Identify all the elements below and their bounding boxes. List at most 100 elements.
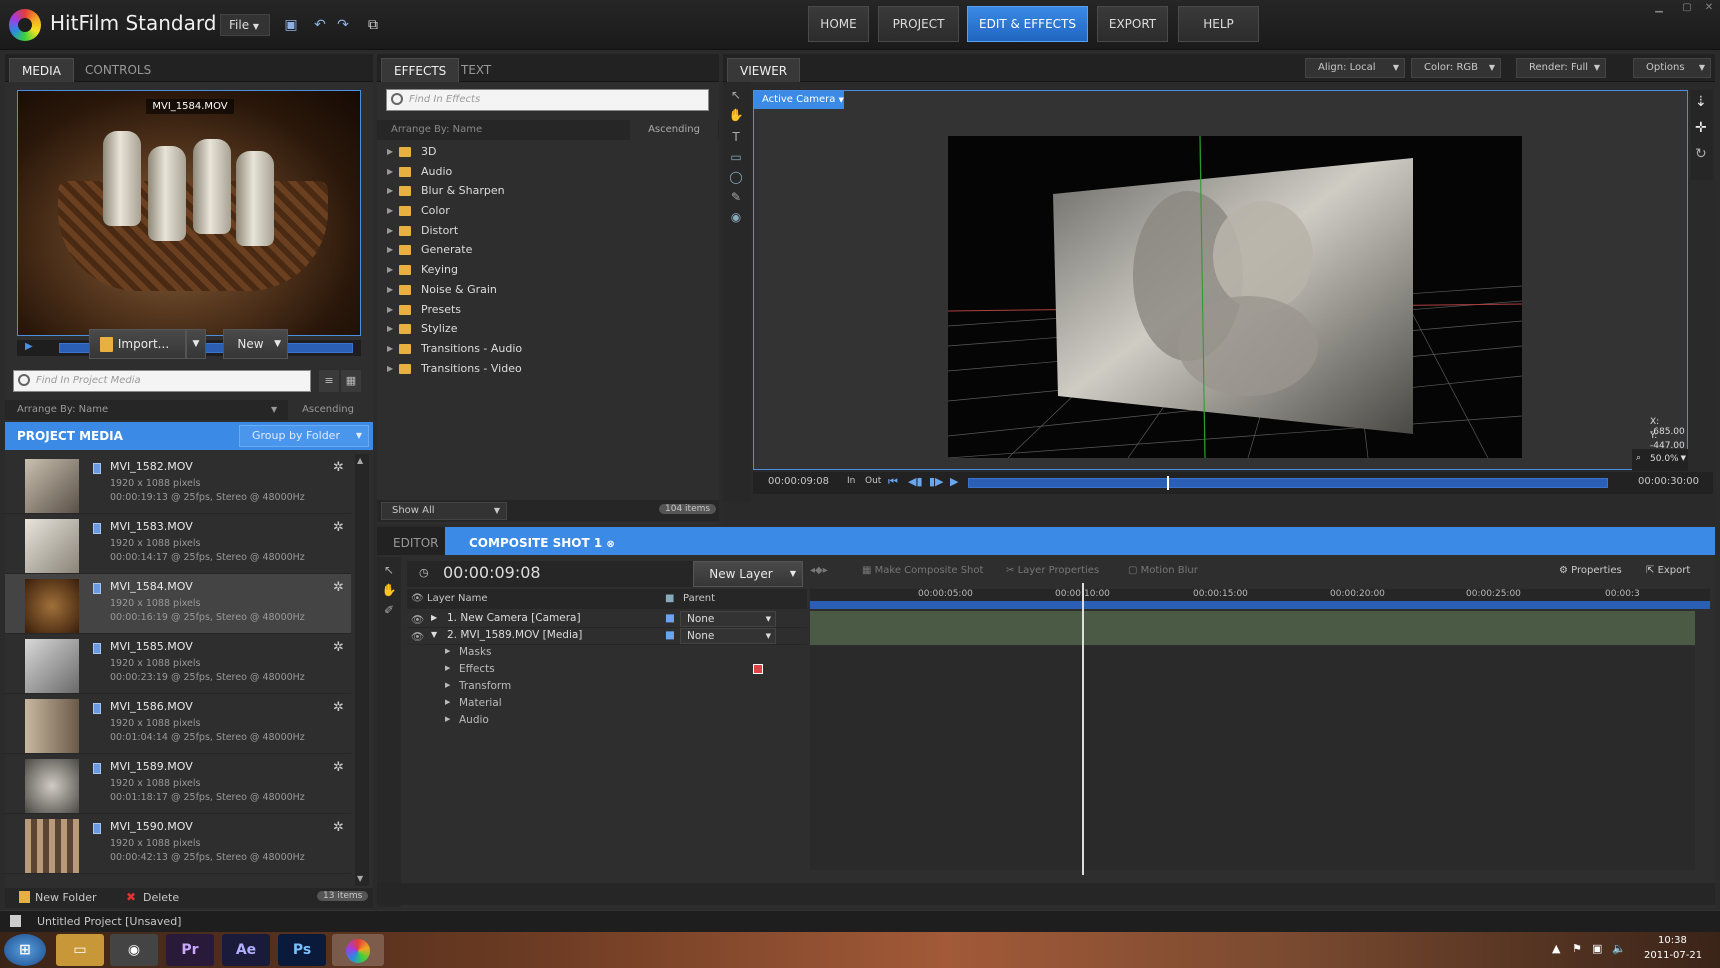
- import-button[interactable]: Import...: [89, 329, 186, 359]
- expand-arrow-icon[interactable]: ▶: [387, 201, 393, 220]
- arrange-order[interactable]: Ascending: [288, 400, 368, 420]
- arrow-down-tool-icon[interactable]: ⇣: [1695, 94, 1707, 110]
- viewer-timeline-bar[interactable]: [968, 476, 1608, 490]
- gear-icon[interactable]: ✲: [333, 820, 344, 835]
- layer-property-row[interactable]: ▶ Material: [407, 696, 807, 713]
- start-button[interactable]: ⊞: [4, 934, 46, 966]
- tab-effects[interactable]: EFFECTS: [381, 58, 460, 82]
- nav-project[interactable]: PROJECT: [878, 6, 959, 42]
- import-dropdown[interactable]: ▼: [186, 329, 206, 359]
- media-item[interactable]: MVI_1589.MOV 1920 x 1088 pixels 00:01:18:1…: [5, 754, 351, 814]
- properties-button[interactable]: ⚙ Properties: [1559, 565, 1622, 576]
- orbit-tool-icon[interactable]: ◉: [727, 210, 745, 228]
- active-camera-dropdown[interactable]: Active Camera ▼: [754, 91, 844, 109]
- track-bars[interactable]: [810, 611, 1695, 645]
- tab-editor[interactable]: EDITOR: [381, 531, 450, 555]
- show-all-dropdown[interactable]: Show All ▼: [381, 502, 507, 520]
- minimize-icon[interactable]: ▁: [1650, 2, 1668, 16]
- layout-icon[interactable]: ⧉: [362, 14, 384, 36]
- make-composite-button[interactable]: ▦ Make Composite Shot: [862, 565, 983, 576]
- delete-button[interactable]: Delete: [143, 891, 179, 904]
- list-view-icon[interactable]: ≡: [319, 370, 339, 392]
- tab-media[interactable]: MEDIA: [9, 58, 74, 82]
- timeline-scroll[interactable]: [377, 883, 1715, 905]
- tray-network-icon[interactable]: ▣: [1592, 942, 1602, 955]
- timecode[interactable]: 00:00:09:08: [443, 563, 541, 582]
- expand-arrow-icon[interactable]: ▶: [387, 280, 393, 299]
- tray-volume-icon[interactable]: 🔈: [1612, 942, 1626, 955]
- media-preview[interactable]: MVI_1584.MOV: [17, 90, 361, 336]
- expand-arrow-icon[interactable]: ▶: [445, 664, 450, 672]
- tab-viewer[interactable]: VIEWER: [727, 58, 801, 82]
- viewer-canvas[interactable]: Active Camera ▼ ⌕ 50.0% ▼ X: -685.00 Y: …: [753, 90, 1688, 471]
- timeline-playhead[interactable]: [1082, 583, 1084, 875]
- effects-category[interactable]: ▶ Noise & Grain: [377, 280, 719, 300]
- play-icon[interactable]: ▶: [950, 475, 958, 488]
- pen-tool-icon[interactable]: ✎: [727, 190, 745, 208]
- options-dropdown[interactable]: Options ▼: [1633, 58, 1711, 78]
- gear-icon[interactable]: ✲: [333, 460, 344, 475]
- effects-category[interactable]: ▶ Transitions - Audio: [377, 339, 719, 359]
- select-tool-icon[interactable]: ↖: [380, 563, 398, 581]
- parent-dropdown[interactable]: None ▼: [680, 611, 776, 627]
- new-layer-button[interactable]: New Layer ▼: [693, 561, 803, 587]
- gear-icon[interactable]: ✲: [333, 760, 344, 775]
- nav-edit-effects[interactable]: EDIT & EFFECTS: [967, 6, 1088, 42]
- export-button[interactable]: ⇱ Export: [1646, 565, 1690, 576]
- align-dropdown[interactable]: Align: Local ▼: [1305, 58, 1405, 78]
- gear-icon[interactable]: ✲: [333, 700, 344, 715]
- expand-arrow-icon[interactable]: ▶: [387, 221, 393, 240]
- effects-category[interactable]: ▶ Transitions - Video: [377, 359, 719, 379]
- effects-category[interactable]: ▶ Audio: [377, 162, 719, 182]
- new-folder-button[interactable]: New Folder: [35, 891, 96, 904]
- scroll-down-icon[interactable]: ▼: [357, 874, 367, 884]
- explorer-icon[interactable]: ▭: [56, 934, 104, 966]
- layer-property-row[interactable]: ▶ Transform: [407, 679, 807, 696]
- photoshop-icon[interactable]: Ps: [278, 934, 326, 966]
- nav-home[interactable]: HOME: [808, 6, 869, 42]
- hand-tool-icon[interactable]: ✋: [727, 108, 745, 126]
- color-dropdown[interactable]: Color: RGB ▼: [1411, 58, 1501, 78]
- play-icon[interactable]: ▶: [25, 341, 33, 352]
- keyframe-nav-icon[interactable]: ◂◆▸: [810, 565, 828, 576]
- fx-arrange-by[interactable]: Arrange By: Name: [391, 120, 482, 140]
- tray-flag-icon[interactable]: ⚑: [1572, 942, 1582, 955]
- scroll-up-icon[interactable]: ▲: [357, 456, 367, 466]
- rotate-tool-icon[interactable]: ↻: [1695, 146, 1707, 162]
- move-tool-icon[interactable]: ✛: [1695, 120, 1707, 136]
- gear-icon[interactable]: ✲: [333, 520, 344, 535]
- media-search-input[interactable]: Find In Project Media: [13, 370, 311, 392]
- tab-composite-shot[interactable]: COMPOSITE SHOT 1 ⊗: [457, 531, 627, 555]
- redo-icon[interactable]: ↷: [332, 14, 354, 36]
- effects-category[interactable]: ▶ Color: [377, 201, 719, 221]
- expand-arrow-icon[interactable]: ▶: [387, 300, 393, 319]
- layer-row[interactable]: 👁 ▶ 1. New Camera [Camera] ■ None ▼: [407, 611, 807, 628]
- new-button[interactable]: New ▼: [223, 329, 288, 359]
- effects-category[interactable]: ▶ Keying: [377, 260, 719, 280]
- expand-arrow-icon[interactable]: ▶: [387, 359, 393, 378]
- media-item[interactable]: MVI_1582.MOV 1920 x 1088 pixels 00:00:19:1…: [5, 454, 351, 514]
- gear-icon[interactable]: ✲: [333, 640, 344, 655]
- arrange-by[interactable]: Arrange By: Name: [17, 400, 108, 420]
- media-item[interactable]: MVI_1585.MOV 1920 x 1088 pixels 00:00:23:1…: [5, 634, 351, 694]
- effects-category[interactable]: ▶ Blur & Sharpen: [377, 181, 719, 201]
- select-tool-icon[interactable]: ↖: [727, 88, 745, 106]
- media-item[interactable]: MVI_1583.MOV 1920 x 1088 pixels 00:00:14:1…: [5, 514, 351, 574]
- in-point-button[interactable]: In: [847, 476, 855, 486]
- expand-arrow-icon[interactable]: ▶: [387, 240, 393, 259]
- layer-properties-button[interactable]: ✂ Layer Properties: [1006, 565, 1099, 576]
- effects-category[interactable]: ▶ Stylize: [377, 319, 719, 339]
- chrome-icon[interactable]: ◉: [110, 934, 158, 966]
- effects-category[interactable]: ▶ 3D: [377, 142, 719, 162]
- file-menu[interactable]: File ▼: [220, 14, 270, 36]
- visibility-icon[interactable]: 👁: [411, 630, 424, 643]
- media-item[interactable]: MVI_1584.MOV 1920 x 1088 pixels 00:00:16:1…: [5, 574, 351, 634]
- expand-arrow-icon[interactable]: ▶: [387, 319, 393, 338]
- grid-view-icon[interactable]: ▦: [341, 370, 361, 392]
- step-forward-icon[interactable]: ▮▶: [929, 475, 944, 488]
- expand-arrow-icon[interactable]: ▶: [445, 715, 450, 723]
- expand-arrow-icon[interactable]: ▶: [445, 681, 450, 689]
- nav-export[interactable]: EXPORT: [1097, 6, 1168, 42]
- ellipse-mask-icon[interactable]: ◯: [727, 170, 745, 188]
- zoom-control[interactable]: ⌕ 50.0% ▼: [1632, 449, 1688, 471]
